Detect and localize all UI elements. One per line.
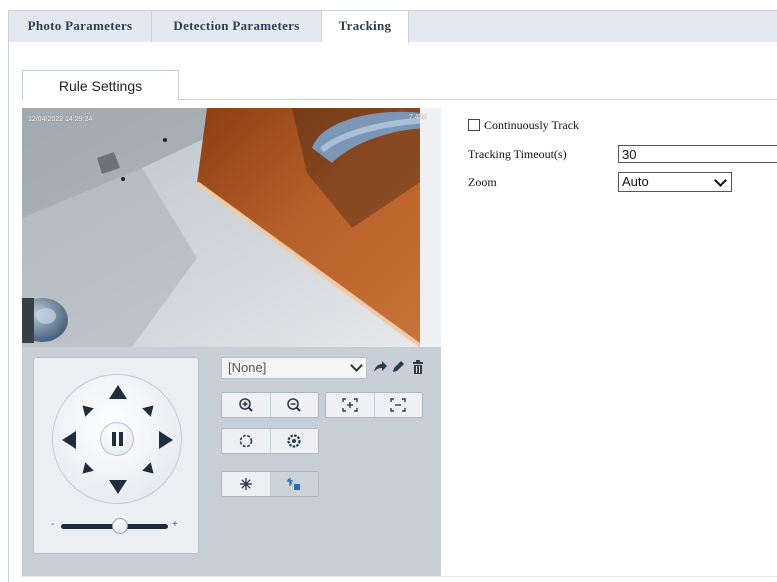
tab-photo-parameters[interactable]: Photo Parameters: [9, 11, 152, 42]
zoom-button-group: [221, 392, 319, 418]
sub-tab-divider: [179, 99, 777, 100]
zoom-in-icon: [238, 398, 253, 412]
trash-icon[interactable]: [410, 359, 426, 375]
zoom-select[interactable]: Auto: [618, 172, 732, 192]
wiper-icon: [287, 478, 301, 490]
arrow-right-icon[interactable]: [159, 431, 173, 449]
speed-slider-minus: -: [51, 519, 55, 530]
arrow-up-right-icon[interactable]: [142, 401, 158, 417]
continuously-track-checkbox[interactable]: [468, 119, 480, 131]
arrow-left-icon[interactable]: [62, 431, 76, 449]
zoom-out-icon: [287, 398, 301, 412]
video-preview: 12/04/2022 14:29:24 7.40X: [22, 108, 441, 347]
tab-tracking[interactable]: Tracking: [322, 11, 409, 43]
video-frame-image: [22, 108, 441, 347]
page-left-border: [8, 41, 9, 582]
pencil-icon[interactable]: [390, 359, 406, 375]
focus-far-icon: [390, 398, 406, 412]
zoom-in-button[interactable]: [222, 393, 270, 417]
iris-close-icon: [287, 434, 301, 448]
focus-button-group: [325, 392, 423, 418]
zoom-label: Zoom: [468, 175, 497, 189]
pause-icon: [112, 432, 116, 446]
arrow-down-icon[interactable]: [109, 480, 127, 494]
focus-near-button[interactable]: [326, 393, 374, 417]
light-icon: [239, 478, 252, 490]
chevron-down-icon: [350, 359, 363, 372]
direction-ring: [52, 374, 182, 504]
tracking-timeout-input[interactable]: [618, 145, 777, 163]
light-button[interactable]: [222, 472, 270, 496]
continuously-track-label: Continuously Track: [484, 118, 580, 132]
aux-button-group: [221, 471, 319, 497]
osd-timestamp: 12/04/2022 14:29:24: [28, 116, 93, 123]
top-tab-bar: Photo Parameters Detection Parameters Tr…: [8, 10, 777, 43]
iris-button-group: [221, 428, 319, 454]
zoom-out-button[interactable]: [269, 393, 319, 417]
direction-pad-box: - +: [33, 357, 199, 554]
tab-detection-parameters[interactable]: Detection Parameters: [152, 11, 322, 42]
focus-far-button[interactable]: [373, 393, 423, 417]
zoom-select-value: Auto: [622, 174, 649, 189]
chevron-down-icon: [714, 174, 727, 187]
tracking-timeout-label: Tracking Timeout(s): [468, 147, 567, 161]
focus-near-icon: [342, 398, 358, 412]
iris-close-button[interactable]: [269, 429, 319, 453]
preset-select[interactable]: [None]: [221, 357, 367, 379]
arrow-up-left-icon[interactable]: [78, 401, 94, 417]
preset-select-value: [None]: [228, 360, 267, 375]
ptz-control-panel: - + [None]: [22, 347, 441, 576]
tab-rule-settings[interactable]: Rule Settings: [22, 70, 179, 100]
osd-zoom-level: 7.40X: [408, 114, 427, 121]
arrow-down-right-icon[interactable]: [142, 462, 158, 478]
speed-slider-thumb[interactable]: [111, 518, 128, 534]
pause-button[interactable]: [100, 422, 134, 456]
arrow-up-icon[interactable]: [109, 385, 127, 399]
iris-open-icon: [239, 434, 253, 448]
speed-slider-plus: +: [172, 519, 178, 530]
wiper-button[interactable]: [269, 472, 318, 496]
arrow-down-left-icon[interactable]: [78, 462, 94, 478]
goto-arrow-icon[interactable]: [372, 359, 388, 375]
iris-open-button[interactable]: [222, 429, 270, 453]
page-bottom-divider: [22, 576, 777, 577]
